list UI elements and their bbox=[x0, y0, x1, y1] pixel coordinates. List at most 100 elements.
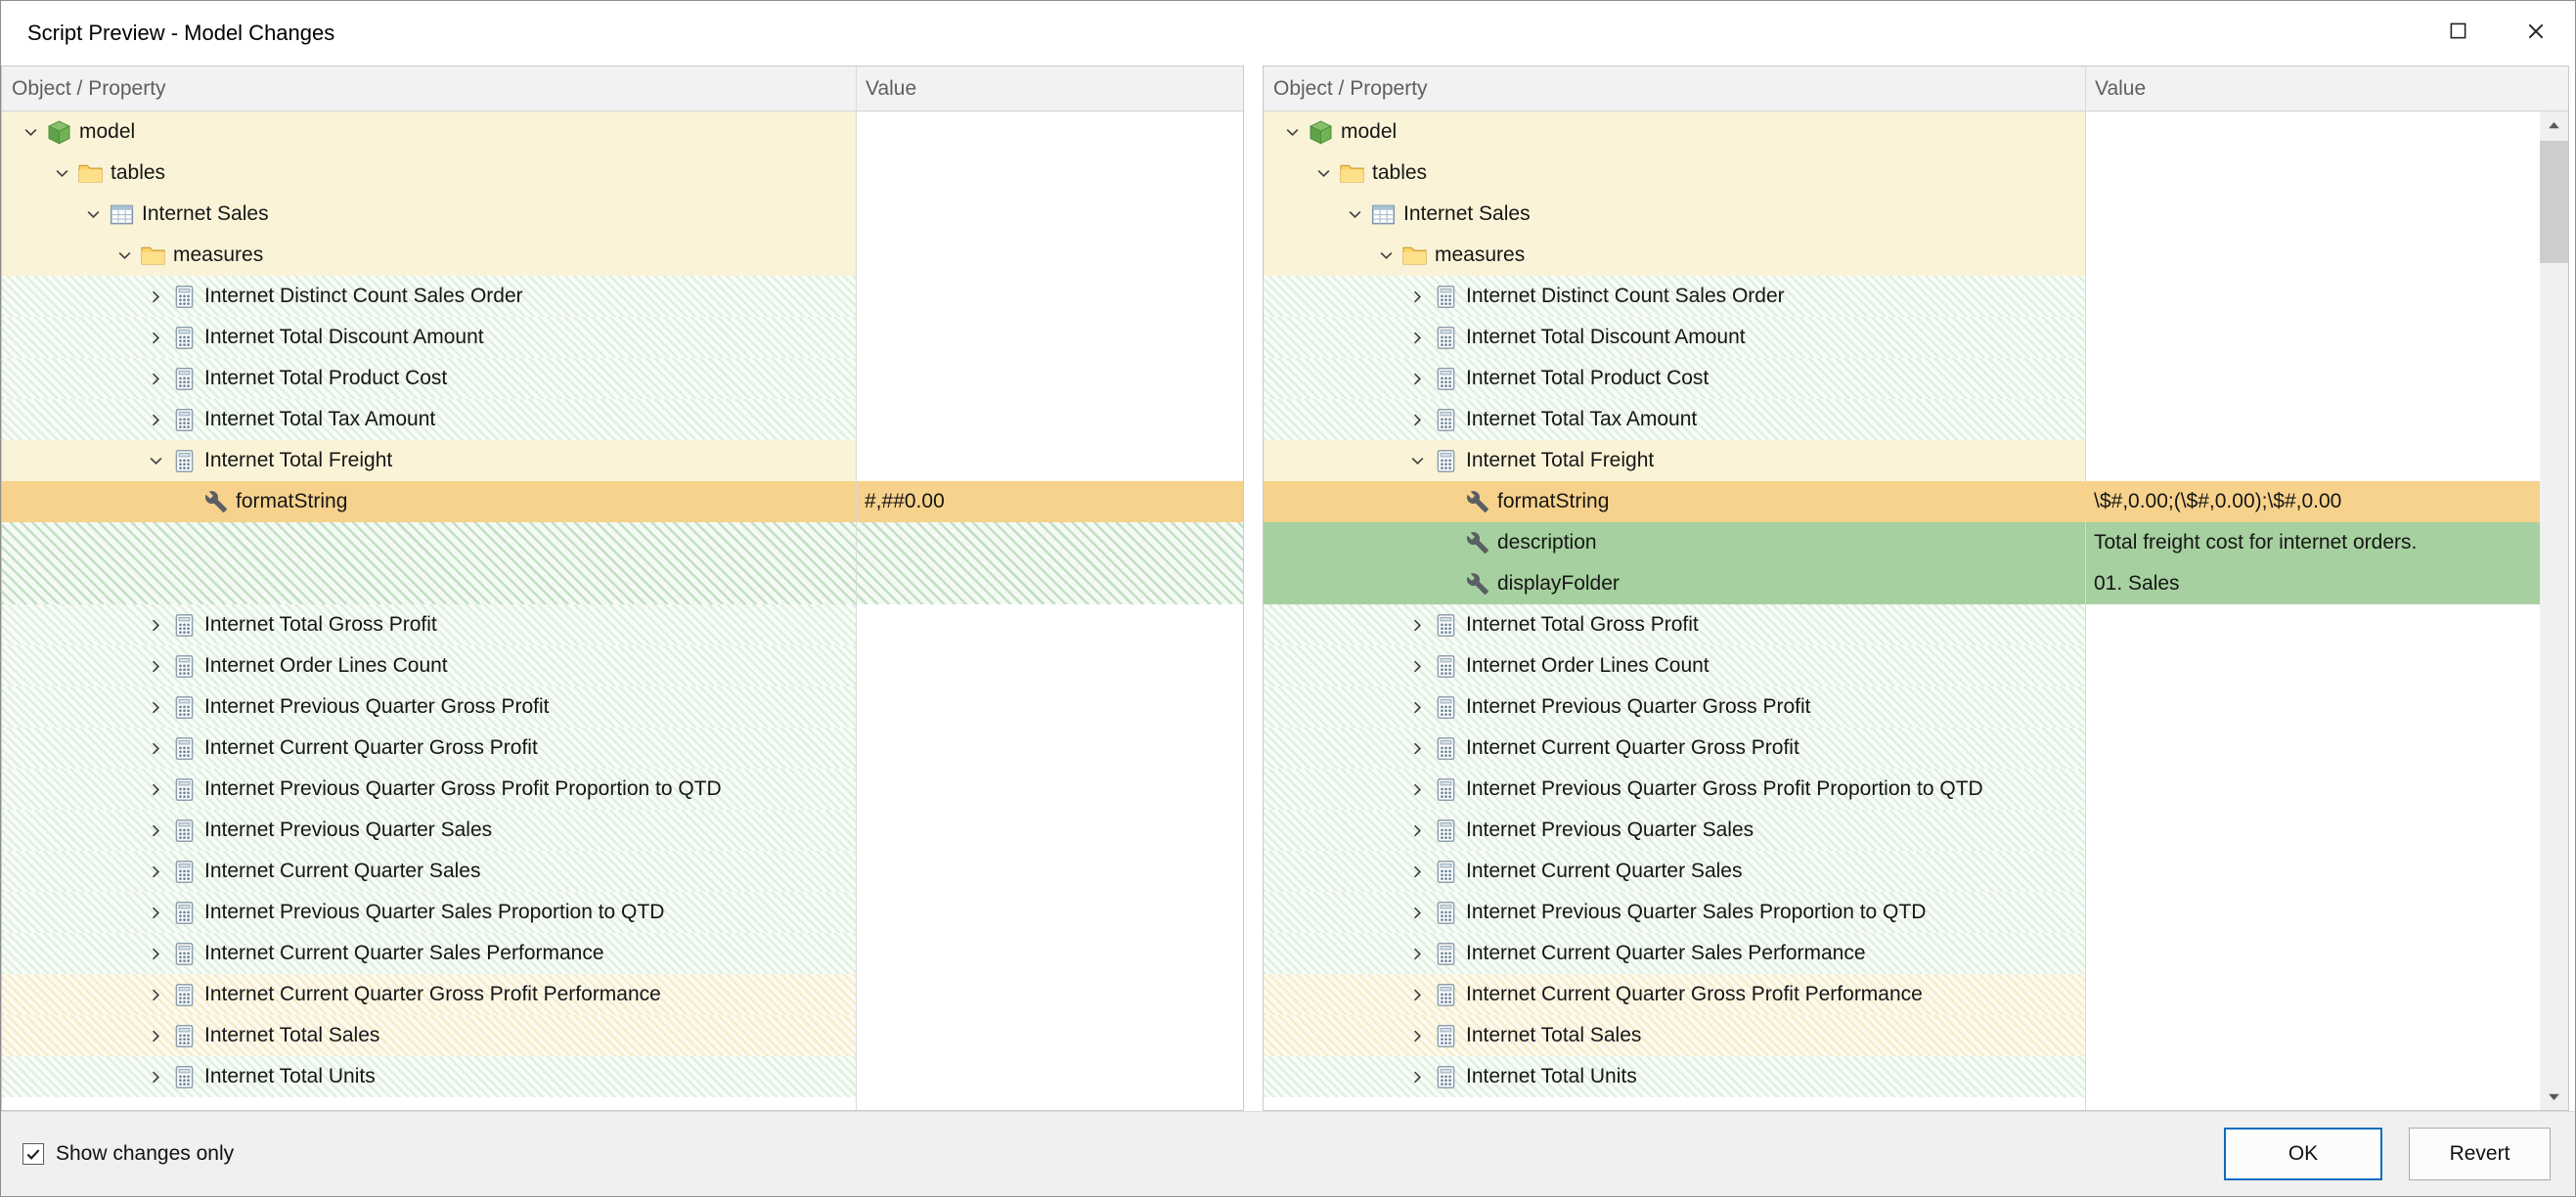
expander-toggle[interactable] bbox=[1401, 604, 1433, 645]
tree-row[interactable]: displayFolder01. Sales bbox=[1264, 563, 2540, 604]
expander-toggle[interactable] bbox=[1401, 317, 1433, 358]
tree-row[interactable]: Internet Total Freight bbox=[2, 440, 1243, 481]
expander-toggle[interactable] bbox=[140, 1015, 171, 1056]
expander-toggle[interactable] bbox=[77, 194, 109, 235]
tree-row[interactable]: Internet Total Gross Profit bbox=[1264, 604, 2540, 645]
expander-toggle[interactable] bbox=[140, 358, 171, 399]
tree-row[interactable]: Internet Total Product Cost bbox=[1264, 358, 2540, 399]
tree-row[interactable]: Internet Total Sales bbox=[1264, 1015, 2540, 1056]
column-header-object-property[interactable]: Object / Property bbox=[12, 66, 166, 111]
expander-toggle[interactable] bbox=[140, 440, 171, 481]
expander-toggle[interactable] bbox=[140, 645, 171, 687]
revert-button[interactable]: Revert bbox=[2409, 1128, 2551, 1180]
expander-toggle[interactable] bbox=[140, 276, 171, 317]
tree-row[interactable]: Internet Previous Quarter Sales bbox=[2, 810, 1243, 851]
maximize-button[interactable] bbox=[2419, 1, 2497, 66]
expander-toggle[interactable] bbox=[1308, 153, 1339, 194]
tree-row[interactable]: Internet Current Quarter Sales Performan… bbox=[1264, 933, 2540, 974]
tree-row[interactable]: Internet Previous Quarter Sales bbox=[1264, 810, 2540, 851]
tree-row[interactable]: model bbox=[1264, 111, 2540, 153]
expander-toggle[interactable] bbox=[1401, 933, 1433, 974]
expander-toggle[interactable] bbox=[1401, 645, 1433, 687]
scroll-down-button[interactable] bbox=[2540, 1083, 2568, 1110]
tree-row[interactable]: Internet Current Quarter Sales bbox=[2, 851, 1243, 892]
tree-row[interactable]: Internet Total Discount Amount bbox=[1264, 317, 2540, 358]
expander-toggle[interactable] bbox=[1401, 851, 1433, 892]
tree-row[interactable]: Internet Current Quarter Gross Profit bbox=[1264, 728, 2540, 769]
tree-row[interactable]: Internet Total Sales bbox=[2, 1015, 1243, 1056]
tree-row[interactable]: Internet Order Lines Count bbox=[1264, 645, 2540, 687]
expander-toggle[interactable] bbox=[140, 1056, 171, 1097]
expander-toggle[interactable] bbox=[140, 604, 171, 645]
column-divider[interactable] bbox=[2085, 66, 2086, 1110]
tree-row[interactable]: Internet Current Quarter Gross Profit bbox=[2, 728, 1243, 769]
tree-row[interactable]: Internet Total Units bbox=[2, 1056, 1243, 1097]
expander-toggle[interactable] bbox=[1276, 111, 1308, 153]
tree-row[interactable]: Internet Current Quarter Gross Profit Pe… bbox=[1264, 974, 2540, 1015]
tree-row[interactable]: measures bbox=[2, 235, 1243, 276]
tree-row[interactable]: Internet Previous Quarter Gross Profit bbox=[1264, 687, 2540, 728]
expander-toggle[interactable] bbox=[1401, 440, 1433, 481]
ok-button[interactable]: OK bbox=[2224, 1128, 2382, 1180]
tree-row[interactable]: tables bbox=[1264, 153, 2540, 194]
tree-row[interactable]: Internet Distinct Count Sales Order bbox=[1264, 276, 2540, 317]
tree-row[interactable]: Internet Total Freight bbox=[1264, 440, 2540, 481]
close-button[interactable] bbox=[2497, 1, 2575, 66]
tree-row[interactable]: Internet Previous Quarter Sales Proporti… bbox=[2, 892, 1243, 933]
tree-row[interactable]: tables bbox=[2, 153, 1243, 194]
expander-toggle[interactable] bbox=[1401, 769, 1433, 810]
tree-row[interactable]: Internet Sales bbox=[2, 194, 1243, 235]
tree-row[interactable]: Internet Order Lines Count bbox=[2, 645, 1243, 687]
tree-row[interactable]: Internet Sales bbox=[1264, 194, 2540, 235]
tree-row[interactable]: Internet Previous Quarter Gross Profit P… bbox=[2, 769, 1243, 810]
tree-row[interactable]: Internet Total Units bbox=[1264, 1056, 2540, 1097]
tree-row[interactable]: measures bbox=[1264, 235, 2540, 276]
tree-row[interactable]: Internet Total Discount Amount bbox=[2, 317, 1243, 358]
expander-toggle[interactable] bbox=[140, 974, 171, 1015]
tree-row[interactable]: Internet Current Quarter Gross Profit Pe… bbox=[2, 974, 1243, 1015]
expander-toggle[interactable] bbox=[1401, 728, 1433, 769]
tree-row[interactable]: Internet Previous Quarter Gross Profit P… bbox=[1264, 769, 2540, 810]
expander-toggle[interactable] bbox=[1401, 810, 1433, 851]
expander-toggle[interactable] bbox=[140, 317, 171, 358]
column-header-value[interactable]: Value bbox=[866, 66, 916, 111]
tree-row[interactable]: Internet Total Product Cost bbox=[2, 358, 1243, 399]
tree-row[interactable]: descriptionTotal freight cost for intern… bbox=[1264, 522, 2540, 563]
tree-row[interactable]: formatString\$#,0.00;(\$#,0.00);\$#,0.00 bbox=[1264, 481, 2540, 522]
expander-toggle[interactable] bbox=[15, 111, 46, 153]
tree-row[interactable]: Internet Total Tax Amount bbox=[2, 399, 1243, 440]
scrollbar-thumb[interactable] bbox=[2540, 141, 2568, 263]
tree-row[interactable]: Internet Current Quarter Sales Performan… bbox=[2, 933, 1243, 974]
tree-row[interactable]: model bbox=[2, 111, 1243, 153]
expander-toggle[interactable] bbox=[109, 235, 140, 276]
expander-toggle[interactable] bbox=[140, 399, 171, 440]
checkbox-box[interactable] bbox=[22, 1143, 44, 1165]
expander-toggle[interactable] bbox=[140, 687, 171, 728]
expander-toggle[interactable] bbox=[1401, 974, 1433, 1015]
tree-row[interactable]: Internet Distinct Count Sales Order bbox=[2, 276, 1243, 317]
column-divider[interactable] bbox=[856, 66, 857, 1110]
expander-toggle[interactable] bbox=[140, 851, 171, 892]
expander-toggle[interactable] bbox=[140, 892, 171, 933]
tree-row[interactable]: Internet Total Gross Profit bbox=[2, 604, 1243, 645]
expander-toggle[interactable] bbox=[1401, 1056, 1433, 1097]
tree-row[interactable]: Internet Previous Quarter Sales Proporti… bbox=[1264, 892, 2540, 933]
expander-toggle[interactable] bbox=[1339, 194, 1370, 235]
expander-toggle[interactable] bbox=[46, 153, 77, 194]
vertical-scrollbar[interactable] bbox=[2540, 111, 2568, 1110]
tree-row[interactable]: Internet Previous Quarter Gross Profit bbox=[2, 687, 1243, 728]
expander-toggle[interactable] bbox=[1401, 358, 1433, 399]
tree-row[interactable]: Internet Current Quarter Sales bbox=[1264, 851, 2540, 892]
expander-toggle[interactable] bbox=[1401, 892, 1433, 933]
expander-toggle[interactable] bbox=[140, 810, 171, 851]
tree-row[interactable]: formatString#,##0.00 bbox=[2, 481, 1243, 522]
expander-toggle[interactable] bbox=[1401, 687, 1433, 728]
expander-toggle[interactable] bbox=[1401, 276, 1433, 317]
tree-row[interactable]: Internet Total Tax Amount bbox=[1264, 399, 2540, 440]
column-header-value[interactable]: Value bbox=[2095, 66, 2146, 111]
expander-toggle[interactable] bbox=[140, 933, 171, 974]
expander-toggle[interactable] bbox=[1370, 235, 1401, 276]
column-header-object-property[interactable]: Object / Property bbox=[1273, 66, 1428, 111]
expander-toggle[interactable] bbox=[1401, 1015, 1433, 1056]
show-changes-only-checkbox[interactable]: Show changes only bbox=[22, 1142, 234, 1166]
